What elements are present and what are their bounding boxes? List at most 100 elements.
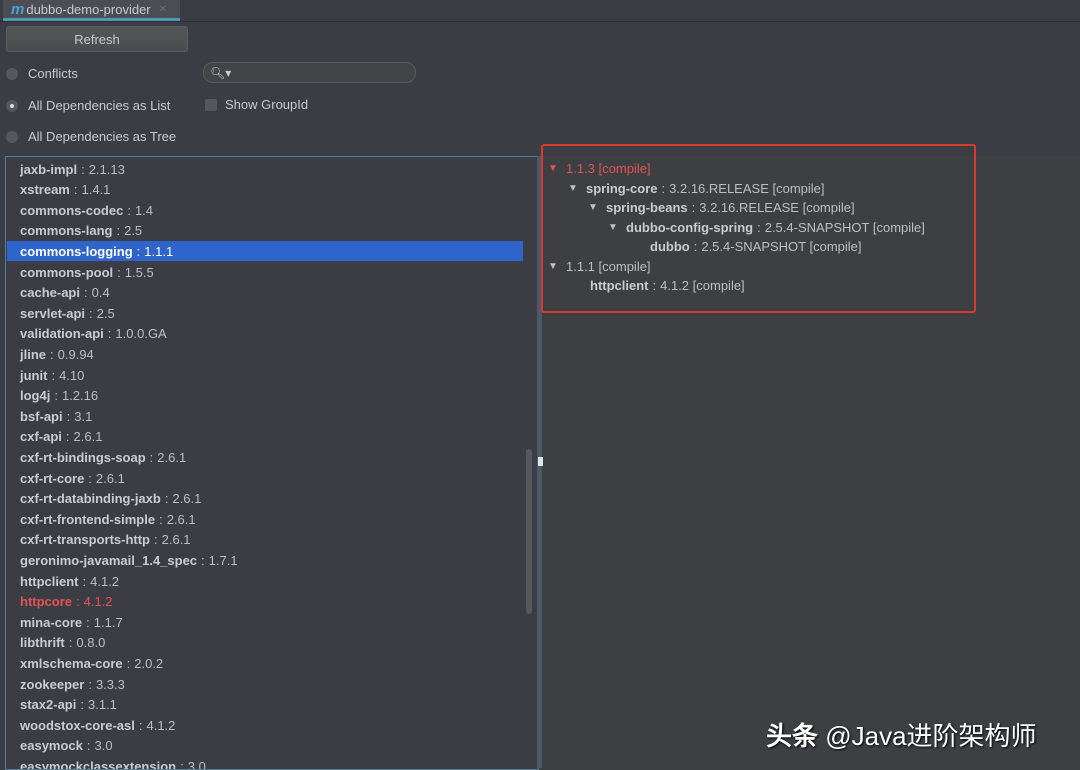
dependency-version: 1.4 (134, 202, 154, 218)
list-item[interactable]: libthrift:0.8.0 (7, 633, 523, 653)
dependency-version: 2.6.1 (161, 532, 191, 548)
list-item[interactable]: jaxb-impl:2.1.13 (7, 159, 523, 179)
list-item[interactable]: jline:0.9.94 (7, 344, 523, 364)
list-item[interactable]: commons-lang:2.5 (7, 221, 523, 241)
separator: : (82, 573, 87, 589)
watermark-handle: @Java进阶架构师 (818, 721, 1037, 751)
list-item[interactable]: stax2-api:3.1.1 (7, 695, 523, 715)
separator: : (159, 511, 163, 527)
list-scrollbar[interactable] (526, 449, 532, 614)
show-groupid-checkbox[interactable]: Show GroupId (205, 97, 308, 112)
radio-button[interactable] (6, 67, 18, 80)
dependency-version: 2.6.1 (95, 470, 125, 486)
close-icon[interactable]: ✕ (159, 4, 167, 15)
list-item[interactable]: validation-api:1.0.0.GA (7, 324, 523, 344)
separator: : (66, 408, 71, 424)
dependency-version: 4.1.2 (146, 717, 176, 733)
separator: : (50, 346, 54, 362)
list-item[interactable]: httpcore:4.1.2 (7, 592, 523, 612)
dependency-version: 0.8.0 (76, 635, 106, 651)
list-item[interactable]: mina-core:1.1.7 (7, 612, 523, 632)
separator: : (68, 635, 73, 651)
separator: : (201, 552, 205, 568)
dependency-version: 4.1.2 (83, 594, 113, 610)
list-item[interactable]: commons-pool:1.5.5 (7, 262, 523, 282)
list-item[interactable]: log4j:1.2.16 (7, 386, 523, 406)
list-item[interactable]: commons-codec:1.4 (7, 200, 523, 220)
radio-button[interactable] (6, 130, 18, 143)
tab-label: dubbo-demo-provider (26, 1, 151, 17)
separator: : (76, 594, 80, 610)
dependency-list[interactable]: easymockclassextension:3.0 easymock:3.0 wo… (5, 156, 539, 770)
dependency-version: 4.10 (59, 367, 85, 383)
list-item[interactable]: cxf-rt-frontend-simple:2.6.1 (7, 509, 523, 529)
separator: : (89, 305, 93, 321)
list-item[interactable]: zookeeper:3.3.3 (7, 674, 523, 694)
dependency-version: 2.1.13 (88, 161, 125, 177)
dependency-version: 2.5 (124, 223, 143, 239)
radio-all-dependencies-tree[interactable]: All Dependencies as Tree (6, 129, 176, 144)
list-item[interactable]: junit:4.10 (7, 365, 523, 385)
refresh-button[interactable]: Refresh (6, 26, 188, 52)
dependency-name: libthrift (20, 635, 65, 651)
separator: : (136, 243, 141, 259)
separator: : (164, 491, 169, 507)
search-input[interactable]: 🔍︎▾ (203, 62, 416, 83)
dependency-name: httpclient (20, 573, 79, 589)
separator: : (54, 388, 58, 404)
list-item[interactable]: cxf-rt-databinding-jaxb:2.6.1 (7, 489, 523, 509)
dependency-name: cxf-rt-transports-http (20, 532, 150, 548)
tab-dubbo-demo-provider[interactable]: m dubbo-demo-provider ✕ (3, 0, 180, 21)
dependency-name: cxf-rt-bindings-soap (20, 449, 146, 465)
checkbox[interactable] (205, 98, 217, 111)
dependency-name: httpcore (20, 594, 72, 610)
list-item[interactable]: easymock:3.0 (7, 736, 523, 756)
separator: : (127, 202, 131, 218)
separator: : (83, 285, 88, 301)
list-item[interactable]: woodstox-core-asl:4.1.2 (7, 715, 523, 735)
list-item[interactable]: xstream:1.4.1 (7, 180, 523, 200)
list-item[interactable]: httpclient:4.1.2 (7, 571, 523, 591)
separator: : (117, 264, 121, 280)
dependency-version: 4.1.2 (90, 573, 120, 589)
radio-conflicts[interactable]: Conflicts (6, 66, 78, 81)
dependency-version: 3.3.3 (95, 676, 125, 692)
radio-all-dependencies-list[interactable]: All Dependencies as List (6, 98, 170, 113)
separator: : (149, 449, 154, 465)
list-item[interactable]: xmlschema-core:2.0.2 (7, 653, 523, 673)
list-item[interactable]: cxf-rt-bindings-soap:2.6.1 (7, 447, 523, 467)
separator: : (138, 717, 143, 733)
list-item[interactable]: cache-api:0.4 (7, 283, 523, 303)
separator: : (154, 532, 158, 548)
dependency-version: 3.0 (94, 738, 113, 754)
list-item[interactable]: bsf-api:3.1 (7, 406, 523, 426)
separator: : (65, 429, 70, 445)
dependency-version: 2.0.2 (134, 655, 164, 671)
dependency-version: 2.6.1 (172, 491, 202, 507)
watermark-prefix: 头条 (766, 721, 819, 751)
list-item[interactable]: easymockclassextension:3.0 (7, 756, 523, 770)
separator: : (86, 614, 90, 630)
dependency-version: 1.4.1 (81, 182, 111, 198)
dependency-version: 3.0 (187, 758, 206, 770)
dependency-version: 0.4 (91, 285, 110, 301)
radio-button[interactable] (6, 99, 18, 112)
dependency-version: 1.5.5 (124, 264, 154, 280)
dependency-name: zookeeper (20, 676, 85, 692)
dependency-name: commons-codec (20, 202, 124, 218)
list-item[interactable]: cxf-api:2.6.1 (7, 427, 523, 447)
list-item[interactable]: cxf-rt-core:2.6.1 (7, 468, 523, 488)
separator: : (116, 223, 121, 239)
dependency-name: mina-core (20, 614, 83, 630)
list-item[interactable]: servlet-api:2.5 (7, 303, 523, 323)
dependency-version: 1.2.16 (61, 388, 99, 404)
list-item[interactable]: geronimo-javamail_1.4_spec:1.7.1 (7, 550, 523, 570)
dependency-name: jline (20, 346, 47, 362)
checkbox-label: Show GroupId (225, 97, 309, 112)
search-icon[interactable]: 🔍︎▾ (210, 66, 231, 80)
separator: : (107, 326, 112, 342)
dependency-version: 2.6.1 (73, 429, 103, 445)
list-item[interactable]: commons-logging:1.1.1 (7, 241, 523, 262)
list-item[interactable]: cxf-rt-transports-http:2.6.1 (7, 530, 523, 550)
dependency-name: easymock (20, 738, 83, 754)
